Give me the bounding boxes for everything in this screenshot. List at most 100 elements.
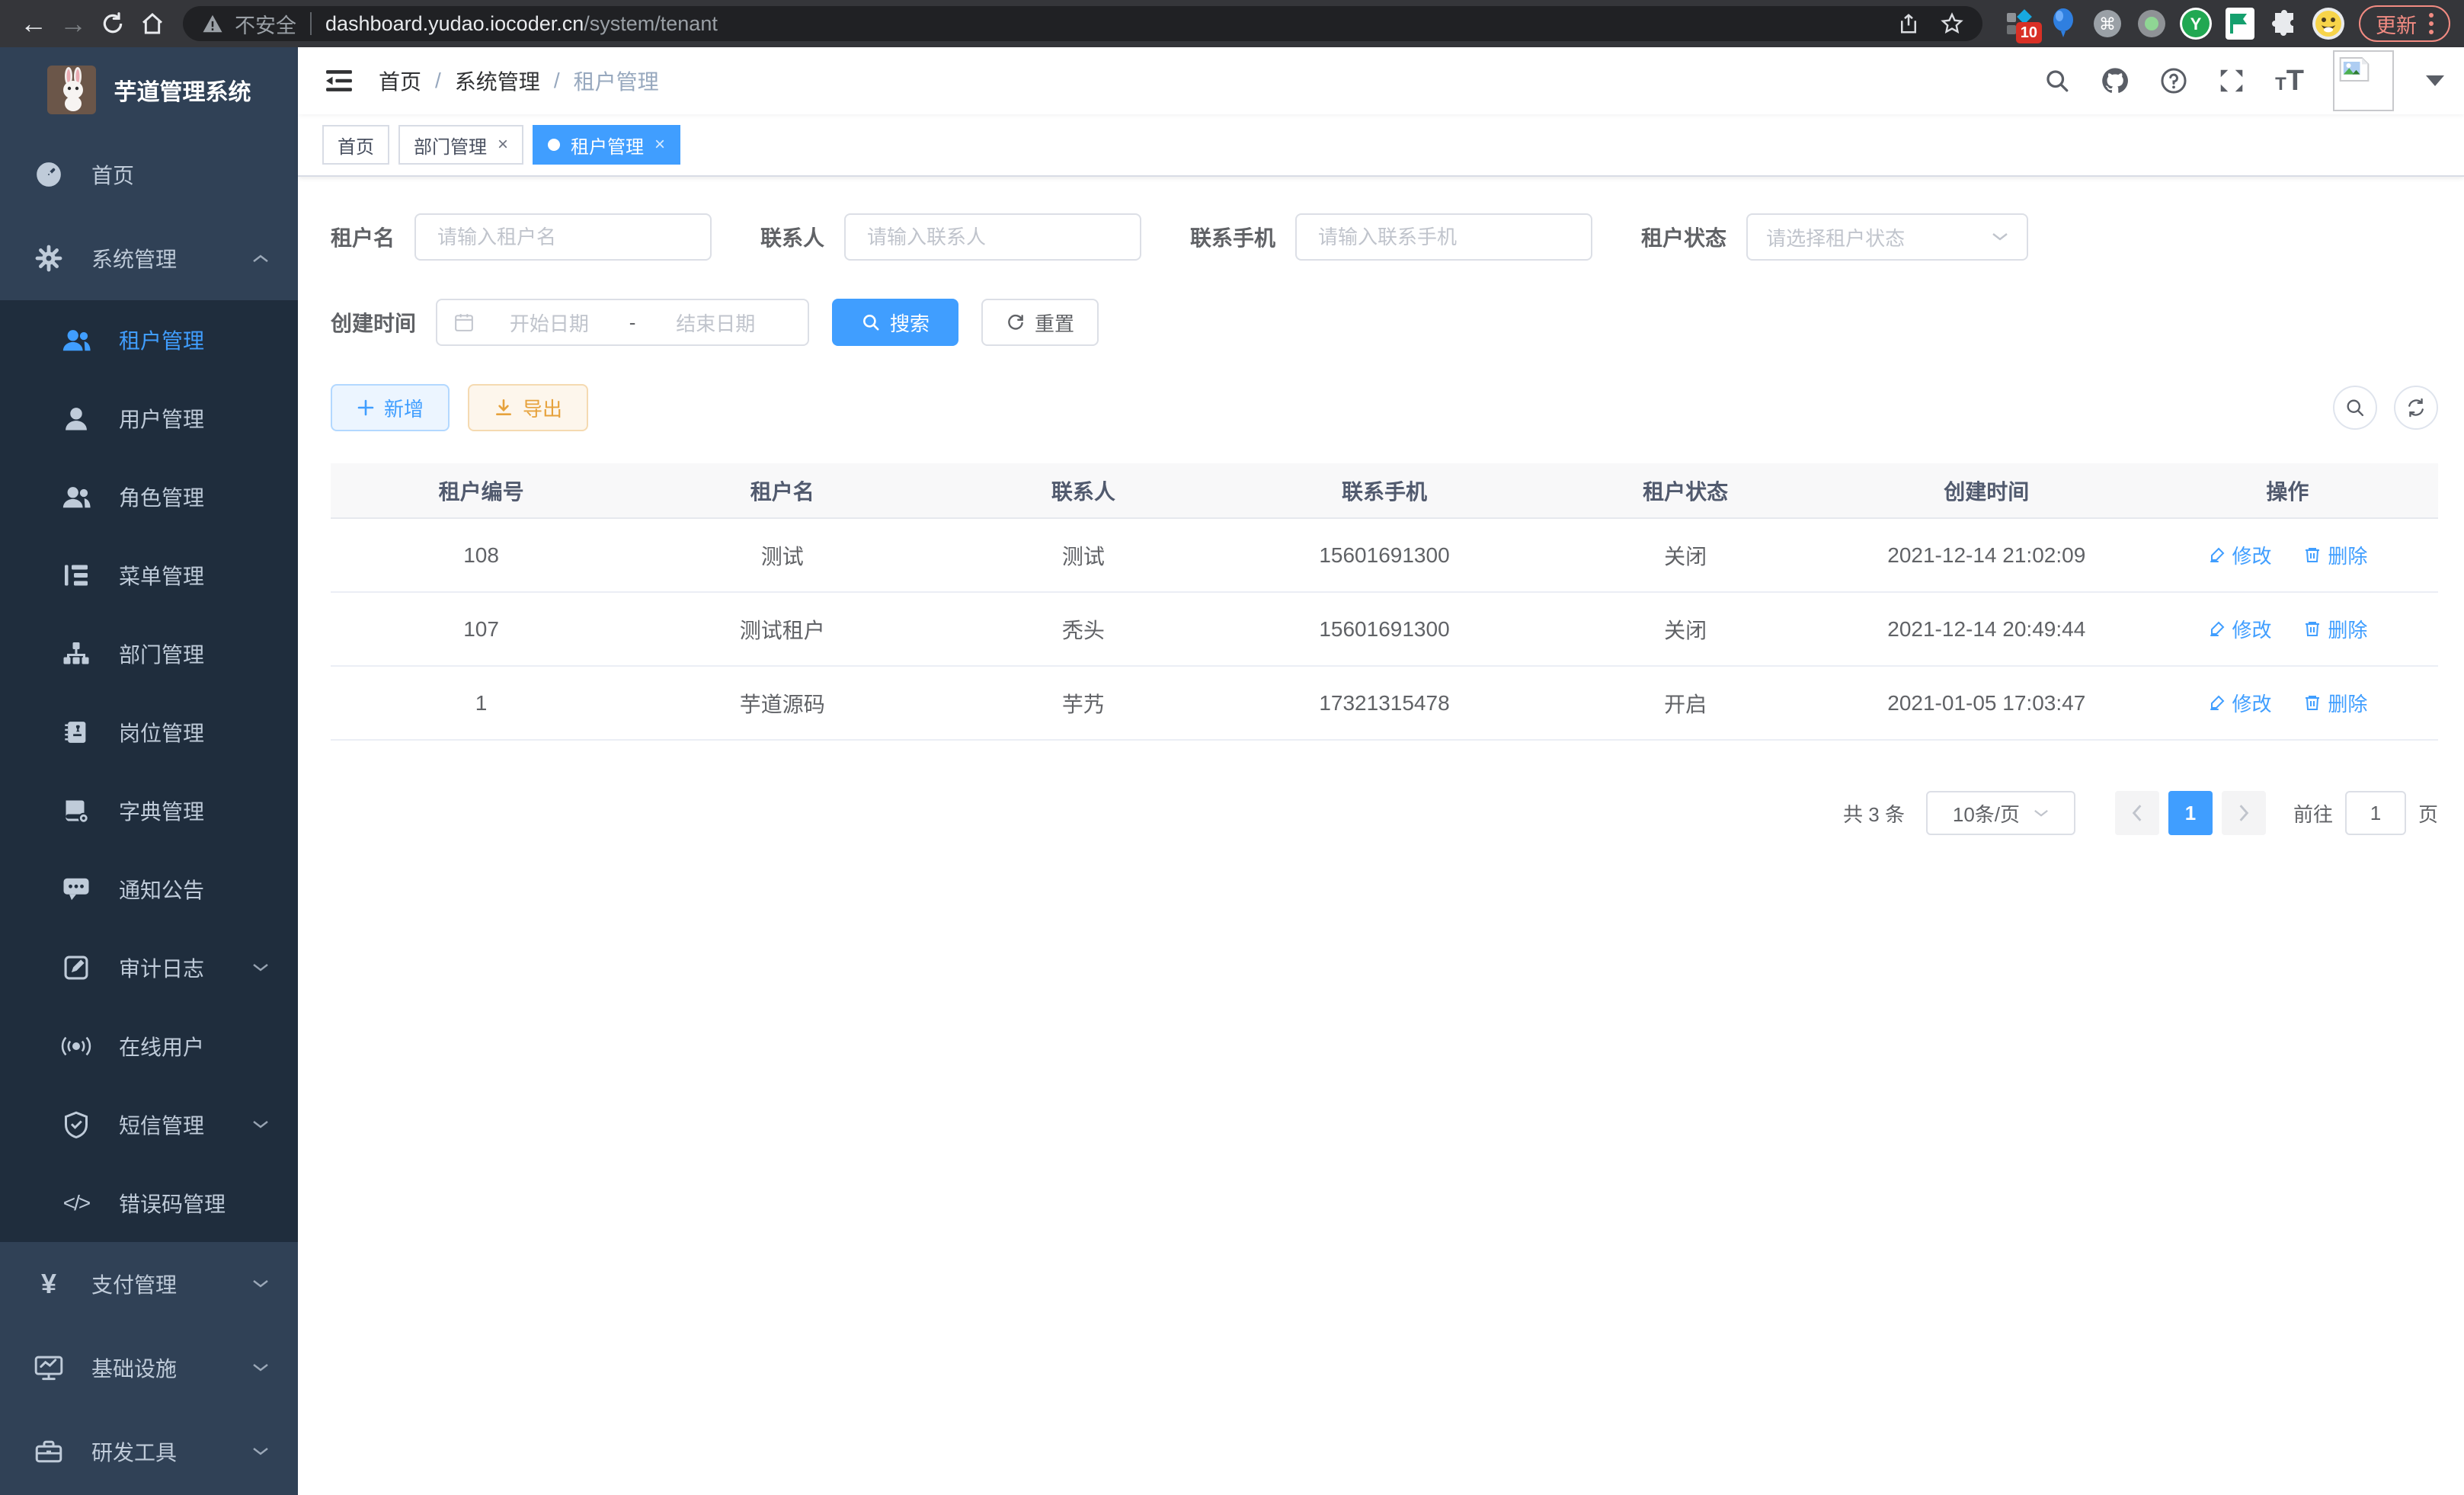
date-range-picker[interactable]: 开始日期 - 结束日期 (436, 299, 809, 346)
status-placeholder: 请选择租户状态 (1766, 223, 1905, 251)
sidebar-item-label: 用户管理 (119, 403, 204, 434)
sidebar-item-post[interactable]: 岗位管理 (0, 693, 298, 771)
edit-link[interactable]: 修改 (2208, 689, 2272, 717)
extension-tampermonkey-icon[interactable]: 10 (2001, 5, 2037, 42)
dashboard-icon (32, 160, 66, 189)
delete-link[interactable]: 删除 (2303, 615, 2367, 643)
page-size-select[interactable]: 10条/页 (1926, 791, 2075, 835)
contact-input[interactable] (844, 213, 1141, 261)
export-button[interactable]: 导出 (468, 384, 588, 431)
tab-tenant[interactable]: 租户管理 × (533, 125, 680, 165)
extension-balloon-icon[interactable] (2045, 5, 2082, 42)
extension-command-icon[interactable]: ⌘ (2089, 5, 2126, 42)
reset-button[interactable]: 重置 (981, 299, 1099, 346)
prev-page-button[interactable] (2115, 791, 2159, 835)
message-icon (59, 877, 93, 901)
pagination-total: 共 3 条 (1843, 799, 1905, 828)
sidebar-item-dev-tools[interactable]: 研发工具 (0, 1410, 298, 1493)
sidebar-item-audit-log[interactable]: 审计日志 (0, 928, 298, 1007)
sidebar-item-infra[interactable]: 基础设施 (0, 1326, 298, 1410)
avatar-dropdown-caret[interactable] (2426, 75, 2444, 86)
extension-y-icon[interactable]: Y (2178, 5, 2214, 42)
sidebar-item-role[interactable]: 角色管理 (0, 457, 298, 536)
export-button-label: 导出 (523, 394, 562, 422)
security-label[interactable]: 不安全 (235, 9, 296, 39)
sidebar-item-system[interactable]: 系统管理 (0, 216, 298, 300)
sidebar-item-payment[interactable]: ¥ 支付管理 (0, 1242, 298, 1326)
sidebar-item-dict[interactable]: 字典管理 (0, 771, 298, 850)
next-page-button[interactable] (2222, 791, 2266, 835)
filter-row-1: 租户名 联系人 联系手机 租户状态 请选择租户状态 (331, 213, 2438, 261)
sidebar-logo[interactable]: 芋道管理系统 (0, 47, 298, 133)
search-button[interactable]: 搜索 (832, 299, 958, 346)
delete-link[interactable]: 删除 (2303, 689, 2367, 717)
user-avatar[interactable] (2333, 50, 2394, 111)
breadcrumb-home[interactable]: 首页 (379, 66, 421, 96)
url-path: /system/tenant (584, 12, 718, 36)
tab-dept[interactable]: 部门管理 × (398, 125, 523, 165)
profile-avatar-icon[interactable] (2310, 5, 2347, 42)
share-icon[interactable] (1897, 12, 1920, 35)
address-bar[interactable]: 不安全 dashboard.yudao.iocoder.cn/system/te… (183, 6, 1982, 41)
goto-page-input[interactable] (2345, 791, 2406, 835)
start-date-placeholder: 开始日期 (474, 309, 625, 337)
status-label: 租户状态 (1641, 222, 1726, 252)
back-icon[interactable]: ← (14, 4, 53, 43)
reload-icon[interactable] (93, 4, 133, 43)
hamburger-icon[interactable] (324, 68, 354, 94)
sidebar-item-tenant[interactable]: 租户管理 (0, 300, 298, 379)
edit-link[interactable]: 修改 (2208, 615, 2272, 643)
sidebar-item-label: 首页 (91, 159, 134, 190)
cell-id: 108 (331, 518, 632, 592)
mobile-input[interactable] (1295, 213, 1592, 261)
extension-flag-icon[interactable] (2222, 5, 2258, 42)
sidebar-item-dept[interactable]: 部门管理 (0, 614, 298, 693)
extensions-puzzle-icon[interactable] (2266, 5, 2302, 42)
github-icon[interactable] (2100, 66, 2130, 95)
header-search-icon[interactable] (2043, 67, 2071, 94)
col-tenant-name: 租户名 (632, 463, 933, 518)
sidebar-item-online-users[interactable]: 在线用户 (0, 1007, 298, 1085)
bookmark-star-icon[interactable] (1940, 11, 1964, 36)
svg-text:⌘: ⌘ (2099, 15, 2116, 34)
security-warning-icon[interactable] (201, 12, 224, 35)
sidebar-item-menu[interactable]: 菜单管理 (0, 536, 298, 614)
fullscreen-icon[interactable] (2217, 66, 2246, 95)
tree-icon (59, 562, 93, 588)
plus-icon (357, 399, 375, 417)
sidebar-item-user[interactable]: 用户管理 (0, 379, 298, 457)
sidebar-item-label: 菜单管理 (119, 560, 204, 591)
delete-link[interactable]: 删除 (2303, 541, 2367, 569)
help-icon[interactable] (2159, 66, 2188, 95)
tab-close-icon[interactable]: × (654, 136, 665, 154)
sidebar-item-notice[interactable]: 通知公告 (0, 850, 298, 928)
col-mobile: 联系手机 (1234, 463, 1534, 518)
refresh-table-button[interactable] (2394, 386, 2438, 430)
current-page-button[interactable]: 1 (2168, 791, 2213, 835)
cell-name: 芋道源码 (632, 666, 933, 740)
sidebar-item-home[interactable]: 首页 (0, 133, 298, 216)
font-size-icon[interactable]: TT (2275, 65, 2304, 98)
browser-menu-icon[interactable] (2429, 13, 2434, 34)
breadcrumb: 首页 / 系统管理 / 租户管理 (379, 66, 659, 96)
sidebar-item-sms[interactable]: 短信管理 (0, 1085, 298, 1164)
chevron-down-icon (252, 1446, 269, 1457)
toggle-search-button[interactable] (2333, 386, 2377, 430)
edit-link[interactable]: 修改 (2208, 541, 2272, 569)
home-icon[interactable] (133, 4, 172, 43)
users-icon (59, 484, 93, 510)
sidebar-item-error-code[interactable]: </> 错误码管理 (0, 1164, 298, 1242)
tab-home[interactable]: 首页 (322, 125, 389, 165)
gear-icon (32, 244, 66, 273)
breadcrumb-system[interactable]: 系统管理 (455, 66, 540, 96)
tab-close-icon[interactable]: × (498, 136, 508, 154)
add-button[interactable]: 新增 (331, 384, 450, 431)
forward-icon[interactable]: → (53, 4, 93, 43)
tenant-name-input[interactable] (414, 213, 712, 261)
chevron-down-icon (1992, 232, 2008, 242)
navbar: 首页 / 系统管理 / 租户管理 TT (298, 47, 2464, 114)
refresh-icon (1006, 312, 1026, 332)
status-select[interactable]: 请选择租户状态 (1746, 213, 2028, 261)
browser-update-button[interactable]: 更新 (2359, 5, 2450, 42)
extension-record-icon[interactable] (2133, 5, 2170, 42)
